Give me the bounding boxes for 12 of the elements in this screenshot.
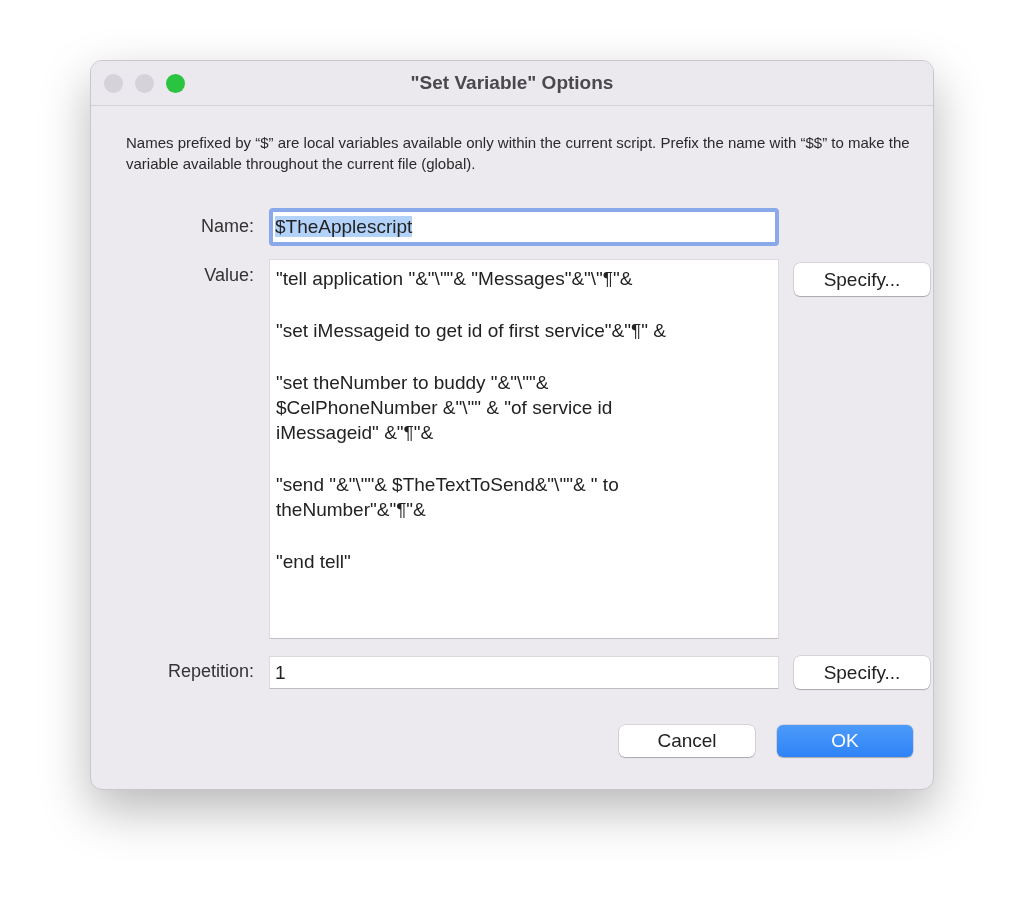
field-label: Value: [204,265,254,286]
window-control-icon[interactable] [166,73,185,93]
name-field[interactable]: $TheApplescript [269,208,779,246]
repetition-field[interactable]: 1 [269,656,779,689]
cancel-button[interactable]: Cancel [619,725,755,757]
field-label: Repetition: [167,661,254,682]
value-text-area[interactable]: "tell application "&"\""& "Messages"&"\"¶"& "set iMessageid to get id of first service"&"¶" & "set theNumber to buddy "&"\""& $CelPhoneNumber &"\"" & "of service id iMessageid" &"¶"& "send "&"\""& $TheTextToSend&"\""& " to theNumber"&"¶"& "end tell" [269,259,779,639]
specify-button[interactable]: Specify... [794,656,930,689]
specify-button[interactable]: Specify... [794,263,930,296]
window-title: "Set Variable" Options [410,72,614,94]
field-label: Name: [201,216,254,237]
description-text: Names prefixed by “$” are local variables available only within the current script. Prefix the name with “$$” to make the variable available throughout the current file (global). [126,133,911,174]
